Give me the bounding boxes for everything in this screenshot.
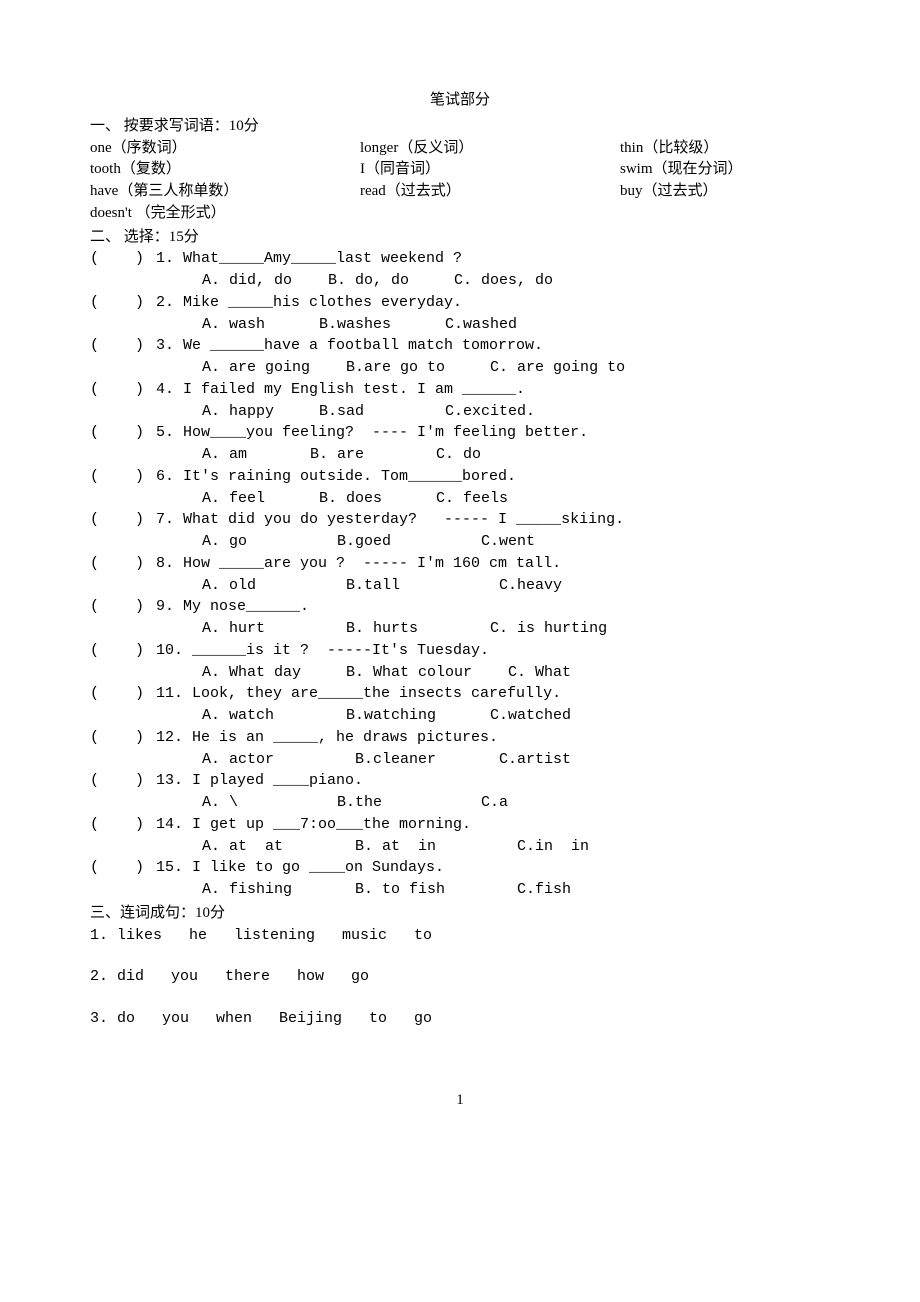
choices: A. am B. are C. do [90,444,830,466]
sentence-item: 3. do you when Beijing to go [90,1008,830,1030]
answer-blank[interactable]: ( ) [90,814,156,836]
vocab-item: one（序数词） [90,138,360,160]
answer-blank[interactable]: ( ) [90,248,156,270]
question-row: ( )4. I failed my English test. I am ___… [90,379,830,401]
choices: A. actor B.cleaner C.artist [90,749,830,771]
question-text: 3. We ______have a football match tomorr… [156,335,830,357]
question-text: 6. It's raining outside. Tom______bored. [156,466,830,488]
question-row: ( )1. What_____Amy_____last weekend ? [90,248,830,270]
question-text: 1. What_____Amy_____last weekend ? [156,248,830,270]
choices: A. did, do B. do, do C. does, do [90,270,830,292]
question-text: 11. Look, they are_____the insects caref… [156,683,830,705]
question-text: 10. ______is it ? -----It's Tuesday. [156,640,830,662]
question-row: ( )15. I like to go ____on Sundays. [90,857,830,879]
vocab-item: buy（过去式） [620,181,830,203]
answer-blank[interactable]: ( ) [90,683,156,705]
vocab-row: one（序数词） longer（反义词） thin（比较级） [90,138,830,160]
question-row: ( )6. It's raining outside. Tom______bor… [90,466,830,488]
sentence-item: 2. did you there how go [90,966,830,988]
question-text: 15. I like to go ____on Sundays. [156,857,830,879]
question-text: 5. How____you feeling? ---- I'm feeling … [156,422,830,444]
answer-blank[interactable]: ( ) [90,292,156,314]
answer-blank[interactable]: ( ) [90,379,156,401]
vocab-item: thin（比较级） [620,138,830,160]
choices: A. go B.goed C.went [90,531,830,553]
question-row: ( )5. How____you feeling? ---- I'm feeli… [90,422,830,444]
question-text: 2. Mike _____his clothes everyday. [156,292,830,314]
choices: A. \ B.the C.a [90,792,830,814]
answer-blank[interactable]: ( ) [90,553,156,575]
answer-blank[interactable]: ( ) [90,727,156,749]
question-row: ( )11. Look, they are_____the insects ca… [90,683,830,705]
answer-blank[interactable]: ( ) [90,857,156,879]
choices: A. feel B. does C. feels [90,488,830,510]
answer-blank[interactable]: ( ) [90,509,156,531]
question-row: ( )2. Mike _____his clothes everyday. [90,292,830,314]
choices: A. fishing B. to fish C.fish [90,879,830,901]
section-1-heading: 一、 按要求写词语：10分 [90,116,830,138]
vocab-item: doesn't （完全形式） [90,203,360,225]
choices: A. old B.tall C.heavy [90,575,830,597]
vocab-row: tooth（复数） I（同音词） swim（现在分词） [90,159,830,181]
section-3-heading: 三、连词成句：10分 [90,903,830,925]
question-row: ( )3. We ______have a football match tom… [90,335,830,357]
question-text: 13. I played ____piano. [156,770,830,792]
answer-blank[interactable]: ( ) [90,466,156,488]
question-text: 4. I failed my English test. I am ______… [156,379,830,401]
choices: A. watch B.watching C.watched [90,705,830,727]
question-text: 8. How _____are you ? ----- I'm 160 cm t… [156,553,830,575]
choices: A. What day B. What colour C. What [90,662,830,684]
question-text: 14. I get up ___7:oo___the morning. [156,814,830,836]
question-row: ( )8. How _____are you ? ----- I'm 160 c… [90,553,830,575]
vocab-row: have（第三人称单数） read（过去式） buy（过去式） [90,181,830,203]
vocab-item: have（第三人称单数） [90,181,360,203]
answer-space[interactable] [90,946,830,966]
page-title: 笔试部分 [90,90,830,112]
vocab-row: doesn't （完全形式） [90,203,830,225]
sentence-item: 1. likes he listening music to [90,925,830,947]
answer-blank[interactable]: ( ) [90,422,156,444]
vocab-item: longer（反义词） [360,138,620,160]
answer-blank[interactable]: ( ) [90,596,156,618]
choices: A. happy B.sad C.excited. [90,401,830,423]
choices: A. hurt B. hurts C. is hurting [90,618,830,640]
vocab-item: read（过去式） [360,181,620,203]
question-row: ( )12. He is an _____, he draws pictures… [90,727,830,749]
answer-blank[interactable]: ( ) [90,335,156,357]
question-text: 9. My nose______. [156,596,830,618]
question-text: 12. He is an _____, he draws pictures. [156,727,830,749]
section-2-heading: 二、 选择：15分 [90,227,830,249]
question-row: ( )9. My nose______. [90,596,830,618]
question-text: 7. What did you do yesterday? ----- I __… [156,509,830,531]
question-row: ( )13. I played ____piano. [90,770,830,792]
vocab-item: I（同音词） [360,159,620,181]
question-row: ( )14. I get up ___7:oo___the morning. [90,814,830,836]
choices: A. at at B. at in C.in in [90,836,830,858]
choices: A. wash B.washes C.washed [90,314,830,336]
answer-blank[interactable]: ( ) [90,640,156,662]
question-row: ( )7. What did you do yesterday? ----- I… [90,509,830,531]
answer-space[interactable] [90,988,830,1008]
choices: A. are going B.are go to C. are going to [90,357,830,379]
question-row: ( )10. ______is it ? -----It's Tuesday. [90,640,830,662]
page-number: 1 [90,1090,830,1112]
vocab-item: tooth（复数） [90,159,360,181]
answer-blank[interactable]: ( ) [90,770,156,792]
vocab-item: swim（现在分词） [620,159,830,181]
